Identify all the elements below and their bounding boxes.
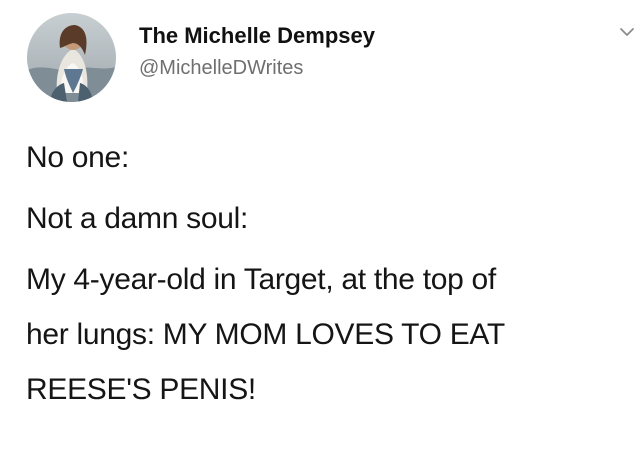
tweet-body: No one: Not a damn soul: My 4-year-old i… [26, 130, 640, 417]
tweet-card: The Michelle Dempsey @MichelleDWrites No… [0, 0, 640, 458]
author-handle[interactable]: @MichelleDWrites [139, 56, 303, 80]
author-display-name[interactable]: The Michelle Dempsey [139, 23, 375, 49]
tweet-line-quote-1: My 4-year-old in Target, at the top of [26, 263, 496, 296]
tweet-line-quote-2: her lungs: MY MOM LOVES TO EAT [26, 318, 505, 351]
tweet-line-not-a-soul: Not a damn soul: [26, 202, 248, 235]
tweet-line-quote-3: REESE'S PENIS! [26, 373, 256, 406]
profile-avatar[interactable] [27, 13, 116, 102]
chevron-down-icon[interactable] [619, 27, 635, 37]
tweet-line-no-one: No one: [26, 141, 129, 174]
